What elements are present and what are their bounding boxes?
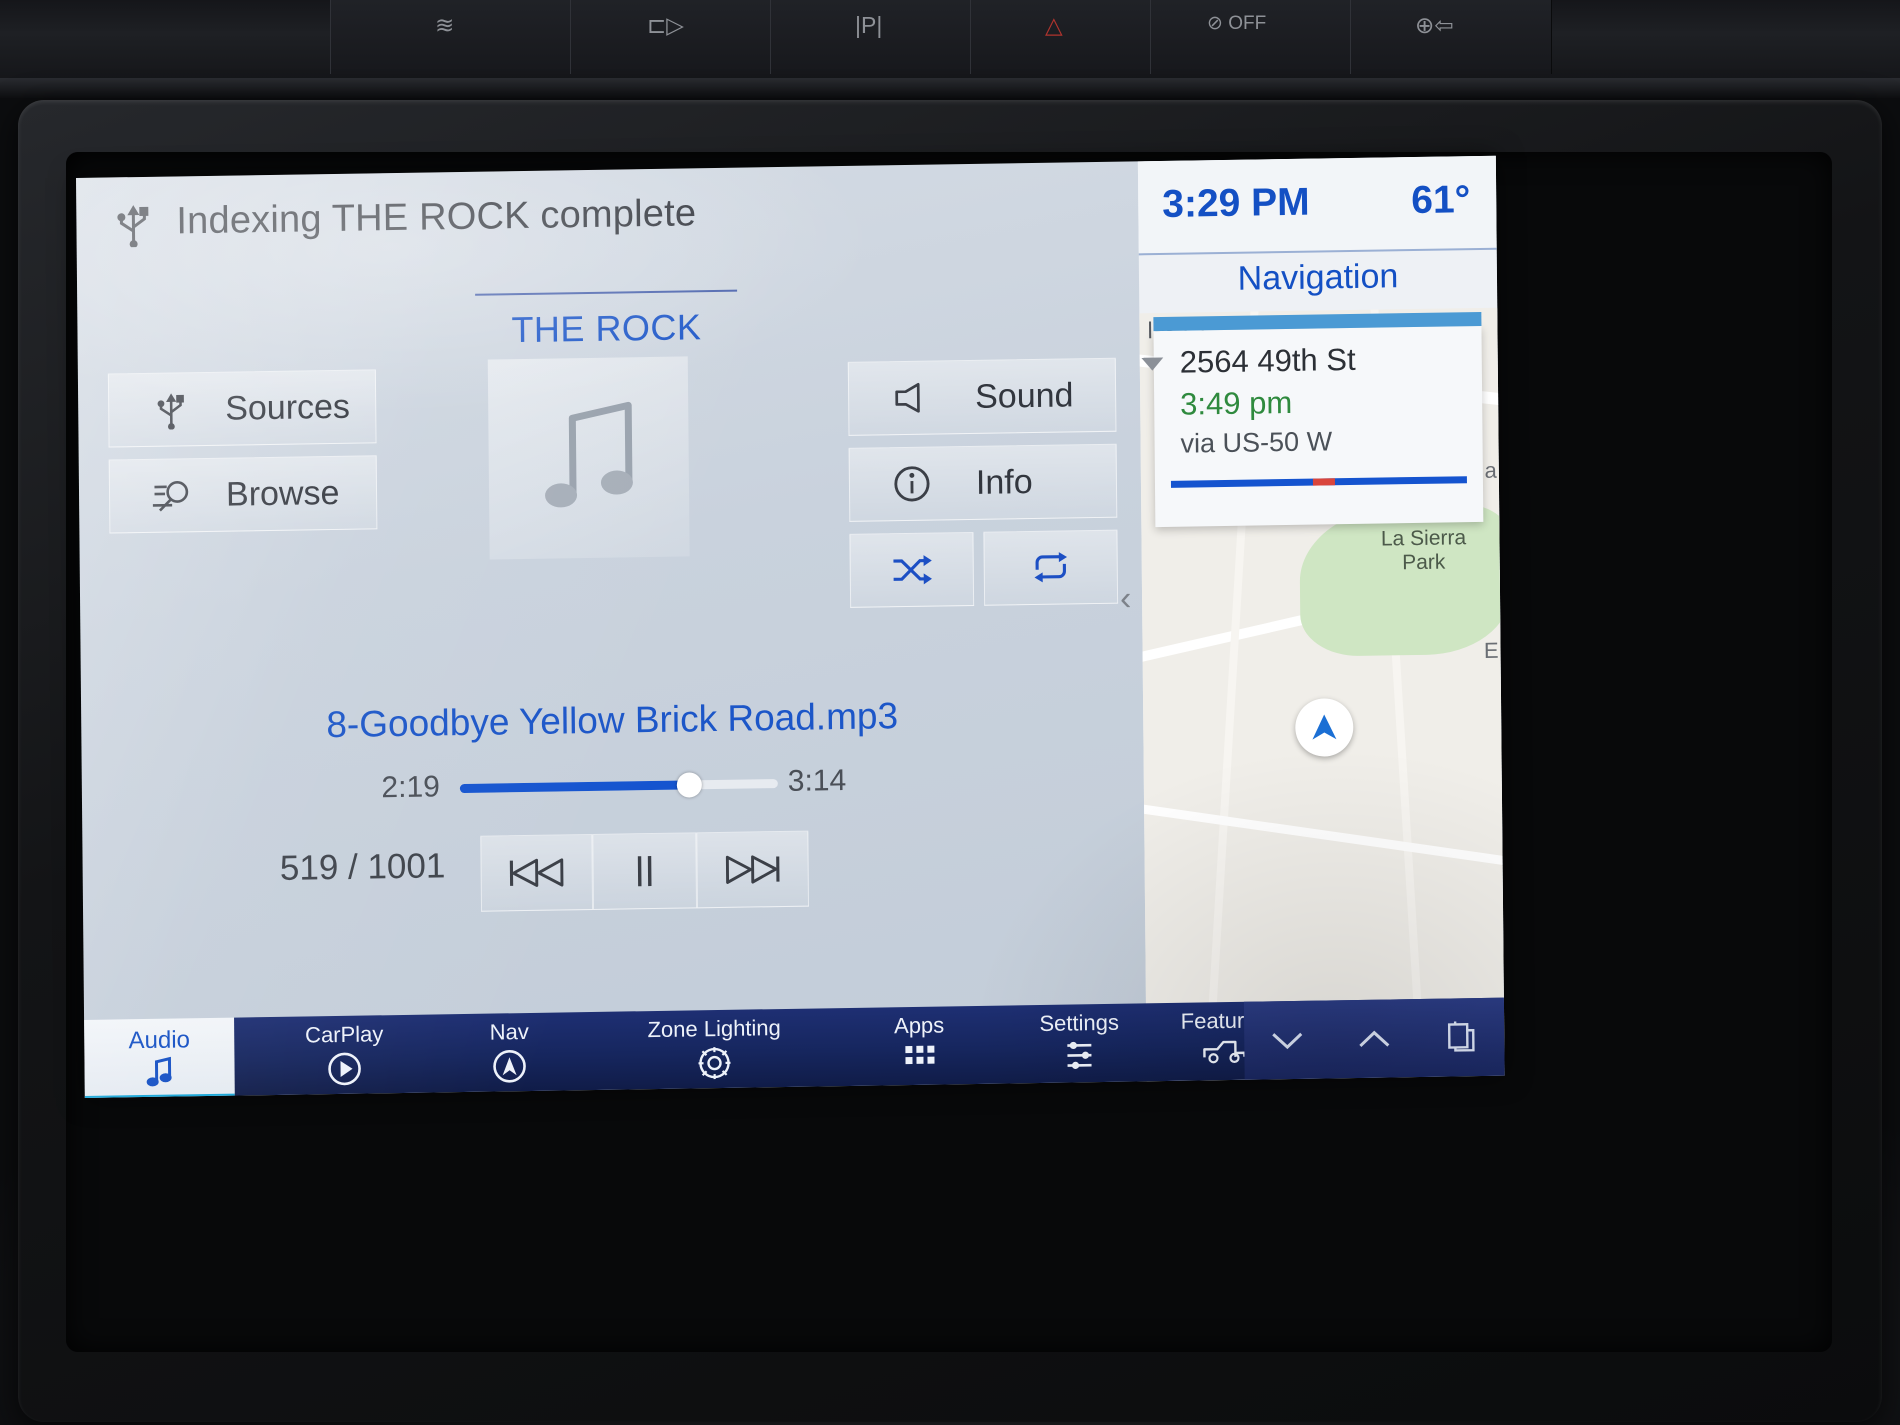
shuffle-button[interactable] [849,531,975,608]
info-button[interactable]: Info [848,443,1118,522]
total-time: 3:14 [787,763,847,798]
sound-button[interactable]: Sound [847,357,1117,436]
browse-label: Browse [225,473,340,514]
album-art [487,356,690,560]
chevron-down-icon[interactable] [1244,1027,1331,1052]
elapsed-time: 2:19 [381,770,441,805]
vehicle-arrow-icon [1295,698,1354,757]
taskbar-nav-label: Nav [489,1018,529,1045]
tow-haul-icon: ⊕⇦ [1415,12,1454,38]
destination-eta: 3:49 pm [1180,384,1293,422]
chevron-left-icon[interactable]: ‹ [1120,579,1132,618]
destination-address: 2564 49th St [1179,341,1356,380]
taskbar-item-audio[interactable]: Audio [84,1017,235,1098]
park-brake-icon: |P| [855,12,883,38]
taskbar-carplay-label: CarPlay [304,1021,384,1048]
taskbar-item-zone-lighting[interactable]: Zone Lighting [584,1008,845,1090]
windows-copy-icon[interactable] [1417,1021,1504,1054]
taskbar-zone-lighting-label: Zone Lighting [647,1015,781,1043]
hard-button-traction-off[interactable]: ⊘ OFF [1150,0,1352,74]
next-track-icon [725,855,780,884]
hard-button-traction[interactable]: ⊏▷ [570,0,772,74]
destination-via: via US-50 W [1180,426,1333,459]
speaker-icon [883,381,939,414]
nav-compass-icon [491,1048,527,1090]
map-edge-label-2: E [1483,637,1499,663]
shuffle-icon [884,552,940,587]
nav-header: 3:29 PM 61° [1137,155,1497,254]
hvac-hard-button-trim: ≋ ⊏▷ |P| △ ⊘ OFF ⊕⇦ [0,0,1900,98]
music-note-icon [545,401,633,508]
track-title: 8-Goodbye Yellow Brick Road.mp3 [326,695,899,746]
progress-row: 2:19 3:14 [82,755,1144,816]
progress-slider[interactable] [459,772,778,798]
hard-button-tow-haul[interactable]: ⊕⇦ [1350,0,1552,74]
music-note-icon [84,1056,234,1093]
next-track-button[interactable] [696,830,810,909]
hard-button-defrost-rear[interactable]: ≋ [330,0,572,74]
truck-icon [1201,1037,1247,1071]
progress-fill [459,780,689,794]
browse-search-icon [144,478,200,513]
sliders-icon [1061,1039,1097,1077]
chevron-down-icon [1141,357,1164,371]
defrost-rear-icon: ≋ [435,12,455,38]
traction-off-icon: ⊘ OFF [1207,13,1267,34]
route-traffic-marker [1312,478,1335,486]
hard-button-park[interactable]: |P| [770,0,972,74]
previous-track-button[interactable] [480,833,594,912]
play-pause-button[interactable] [592,832,698,910]
sound-label: Sound [974,375,1074,416]
repeat-button[interactable] [983,529,1119,606]
destination-card[interactable]: 2564 49th St 3:49 pm via US-50 W [1141,311,1484,528]
carplay-icon [326,1051,362,1093]
repeat-icon [1023,550,1079,585]
pause-icon [637,856,652,887]
map-edge-label: a [1484,457,1497,483]
nav-panel-title[interactable]: Navigation [1139,256,1497,301]
chevron-up-icon[interactable] [1331,1026,1418,1051]
temperature: 61° [1411,178,1471,223]
info-circle-icon [884,464,940,503]
navigation-pane: 3:29 PM 61° Navigation La Sierra Park la… [1137,155,1505,1082]
taskbar-item-apps[interactable]: Apps [844,1006,995,1086]
browse-button[interactable]: Browse [108,455,378,534]
transport-row: 519 / 1001 [82,825,1145,918]
taskbar-apps-label: Apps [893,1012,945,1039]
dashboard-surround: ≋ ⊏▷ |P| △ ⊘ OFF ⊕⇦ Indexing THE ROCK co… [0,0,1900,1425]
clock: 3:29 PM [1162,180,1310,226]
infotainment-screen: Indexing THE ROCK complete THE ROCK Sour… [76,155,1505,1098]
usb-icon [117,205,149,248]
park-label: La Sierra Park [1380,526,1467,575]
progress-knob[interactable] [676,772,702,798]
status-message: Indexing THE ROCK complete [176,192,697,243]
sources-label: Sources [225,387,351,428]
taskbar-audio-label: Audio [128,1026,191,1055]
map-road [1139,799,1505,871]
taskbar-item-carplay[interactable]: CarPlay [254,1014,435,1095]
previous-track-icon [509,858,564,887]
zone-lighting-icon [696,1045,732,1087]
album-divider [475,289,738,296]
taskbar-settings-label: Settings [1039,1009,1120,1036]
status-bar: Indexing THE ROCK complete [76,161,1139,270]
hard-button-hazard[interactable]: △ [970,0,1152,74]
album-title: THE ROCK [511,306,702,351]
hazard-icon: △ [1045,12,1063,38]
usb-icon [143,389,199,430]
apps-grid-icon [901,1042,937,1080]
info-label: Info [975,462,1033,502]
taskbar-system-controls [1243,997,1505,1080]
track-counter: 519 / 1001 [279,846,446,888]
taskbar-item-nav[interactable]: Nav [434,1012,585,1092]
audio-pane: Indexing THE ROCK complete THE ROCK Sour… [76,161,1147,1098]
traction-control-icon: ⊏▷ [647,12,684,38]
sources-button[interactable]: Sources [107,369,377,448]
